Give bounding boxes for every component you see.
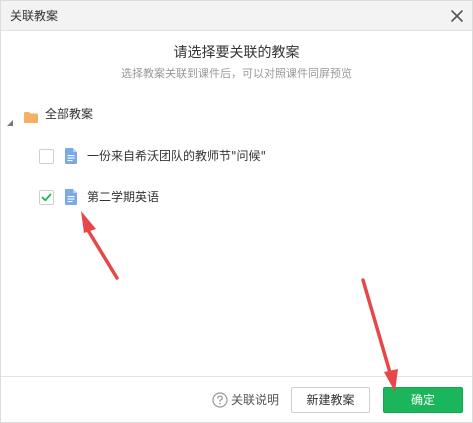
list-item[interactable]: 第二学期英语 [1,187,472,209]
list-item[interactable]: 一份来自希沃团队的教师节"问候" [1,146,472,168]
item-label: 一份来自希沃团队的教师节"问候" [87,149,267,163]
caret-down-icon[interactable] [7,111,13,126]
link-lesson-plan-dialog: 关联教案 请选择要关联的教案 选择教案关联到课件后，可以对照课件同屏预览 全部教… [0,0,473,423]
checkmark-icon [41,193,52,202]
document-icon [65,189,77,205]
confirm-button[interactable]: 确定 [383,387,463,413]
tree-root-label[interactable]: 全部教案 [45,107,93,121]
dialog-heading: 请选择要关联的教案 [173,45,300,61]
new-lesson-plan-button[interactable]: 新建教案 [291,387,370,413]
close-icon[interactable] [448,7,466,25]
item-checkbox-checked[interactable] [39,190,54,205]
item-label: 第二学期英语 [87,190,160,204]
dialog-title: 关联教案 [10,9,59,23]
question-circle-icon[interactable] [212,392,228,408]
document-icon [65,148,77,164]
folder-icon [24,108,38,123]
dialog-subheading: 选择教案关联到课件后，可以对照课件同屏预览 [121,67,352,80]
dialog-footer: 关联说明 新建教案 确定 [1,376,472,422]
help-link[interactable]: 关联说明 [231,393,279,407]
dialog-titlebar: 关联教案 [1,1,472,31]
item-checkbox[interactable] [39,149,54,164]
